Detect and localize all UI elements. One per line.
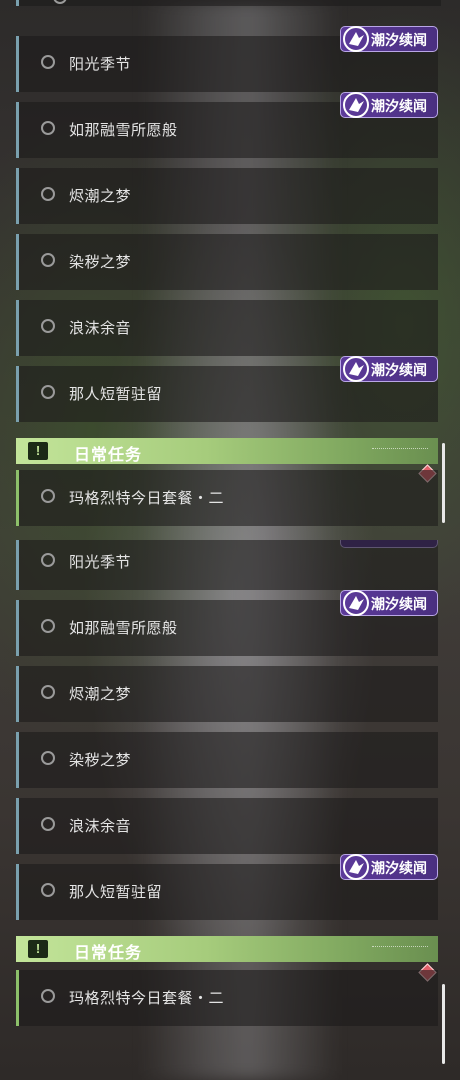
header-decoration — [372, 448, 428, 453]
daily-quest-row[interactable]: 玛格烈特今日套餐・二 — [16, 970, 438, 1026]
tidal-sequel-tag: 潮汐续闻 — [340, 590, 438, 616]
quest-label: 如那融雪所愿般 — [69, 620, 178, 637]
quest-status-circle-icon — [41, 489, 55, 503]
tidal-sequel-logo-icon — [343, 854, 369, 880]
section-title: 日常任务 — [74, 447, 143, 464]
quest-label: 浪沫余音 — [69, 818, 132, 835]
tag-text: 潮汐续闻 — [371, 362, 427, 378]
quest-status-circle-icon — [41, 817, 55, 831]
tidal-sequel-logo-icon — [343, 26, 369, 52]
tidal-sequel-logo-icon — [343, 356, 369, 382]
quest-status-circle-icon — [41, 319, 55, 333]
quest-panel: 阳光季节 潮汐续闻 如那融雪所愿般 潮汐续闻 烬潮之梦 染秽之梦 浪沫余音 那人… — [0, 0, 460, 540]
quest-row-partial[interactable] — [16, 0, 441, 6]
quest-row[interactable]: 浪沫余音 — [16, 798, 438, 854]
tidal-sequel-tag: 潮汐续闻 — [340, 854, 438, 880]
section-title: 日常任务 — [74, 945, 143, 962]
quest-status-circle-icon — [41, 685, 55, 699]
header-decoration — [372, 946, 428, 951]
quest-row[interactable]: 染秽之梦 — [16, 234, 438, 290]
tag-text: 潮汐续闻 — [371, 32, 427, 48]
tidal-sequel-tag: 潮汐续闻 — [340, 356, 438, 382]
quest-label: 阳光季节 — [69, 554, 132, 571]
quest-label: 玛格烈特今日套餐・二 — [69, 490, 225, 507]
scrollbar-thumb[interactable] — [442, 443, 445, 523]
tidal-sequel-logo-icon — [343, 92, 369, 118]
tag-text: 潮汐续闻 — [371, 860, 427, 876]
alert-icon-glyph: ! — [35, 443, 41, 458]
quest-status-circle-icon — [41, 253, 55, 267]
quest-status-circle-icon — [41, 553, 55, 567]
quest-status-circle-icon — [41, 121, 55, 135]
tidal-sequel-tag: 潮汐续闻 — [340, 92, 438, 118]
tidal-sequel-tag: 潮汐续闻 — [340, 26, 438, 52]
scrollbar-thumb[interactable] — [442, 984, 445, 1064]
quest-row[interactable]: 阳光季节 — [16, 540, 438, 590]
quest-status-circle-icon — [41, 751, 55, 765]
tag-text: 潮汐续闻 — [371, 98, 427, 114]
quest-label: 玛格烈特今日套餐・二 — [69, 990, 225, 1007]
quest-label: 浪沫余音 — [69, 320, 132, 337]
quest-row[interactable]: 染秽之梦 — [16, 732, 438, 788]
quest-status-circle-icon — [41, 187, 55, 201]
daily-quests-header[interactable]: ! 日常任务 — [16, 438, 438, 464]
alert-icon: ! — [28, 442, 48, 460]
quest-label: 那人短暂驻留 — [69, 884, 163, 901]
quest-status-circle-icon — [41, 385, 55, 399]
quest-row[interactable]: 浪沫余音 — [16, 300, 438, 356]
alert-icon: ! — [28, 940, 48, 958]
quest-label: 如那融雪所愿般 — [69, 122, 178, 139]
quest-status-circle-icon — [41, 55, 55, 69]
quest-label: 染秽之梦 — [69, 752, 132, 769]
quest-status-circle-icon — [53, 0, 67, 4]
quest-label: 阳光季节 — [69, 56, 132, 73]
tidal-sequel-logo-icon — [343, 590, 369, 616]
quest-row[interactable]: 烬潮之梦 — [16, 666, 438, 722]
quest-label: 烬潮之梦 — [69, 188, 132, 205]
quest-status-circle-icon — [41, 989, 55, 1003]
quest-row[interactable]: 烬潮之梦 — [16, 168, 438, 224]
quest-panel: 阳光季节 如那融雪所愿般 潮汐续闻 烬潮之梦 染秽之梦 浪沫余音 那人短暂驻留 … — [0, 540, 460, 1080]
quest-status-circle-icon — [41, 619, 55, 633]
quest-label: 染秽之梦 — [69, 254, 132, 271]
alert-icon-glyph: ! — [35, 941, 41, 956]
quest-label: 烬潮之梦 — [69, 686, 132, 703]
daily-quests-header[interactable]: ! 日常任务 — [16, 936, 438, 962]
quest-status-circle-icon — [41, 883, 55, 897]
quest-label: 那人短暂驻留 — [69, 386, 163, 403]
tag-text: 潮汐续闻 — [371, 596, 427, 612]
daily-quest-row[interactable]: 玛格烈特今日套餐・二 — [16, 470, 438, 526]
